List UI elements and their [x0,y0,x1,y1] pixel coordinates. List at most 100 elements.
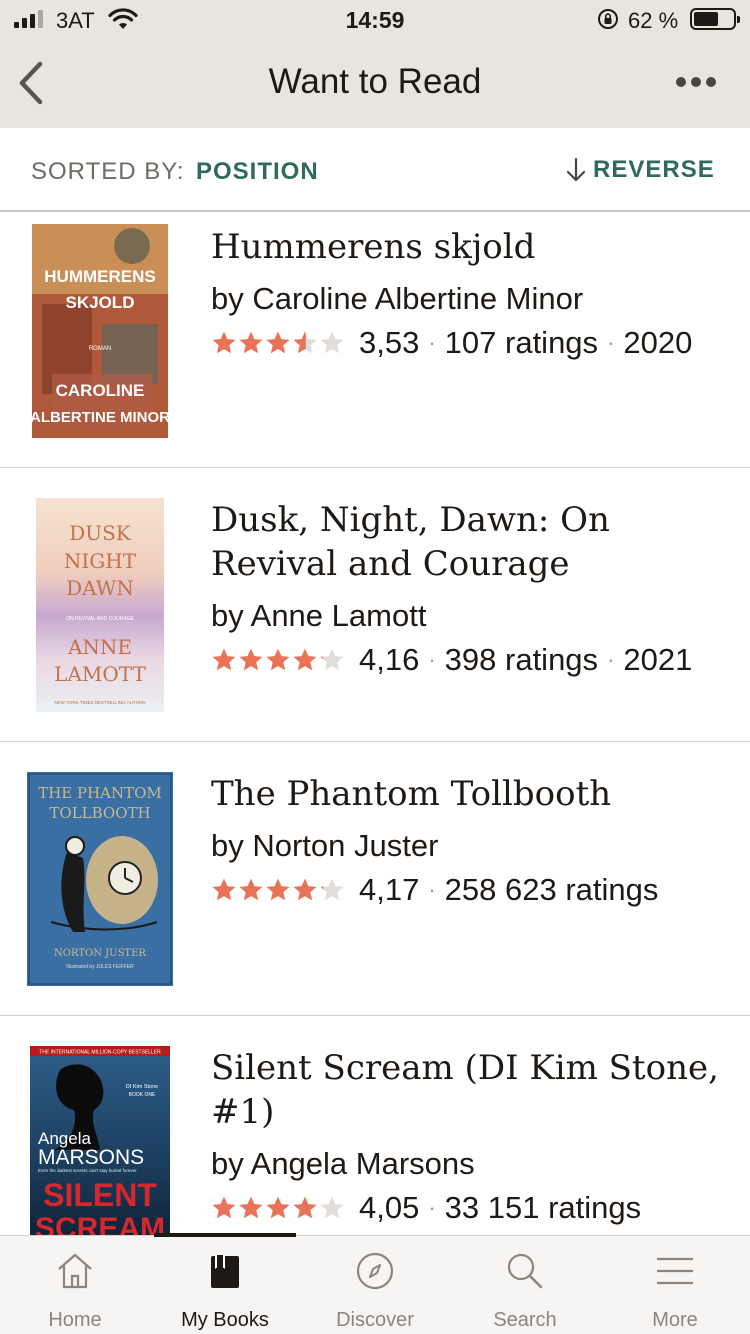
book-author[interactable]: by Anne Lamott [211,598,426,634]
svg-text:HUMMERENS: HUMMERENS [44,267,155,286]
book-rating-row: 4,16 · 398 ratings · 2021 [211,642,692,678]
star-icon [266,878,290,901]
star-icon [266,648,290,671]
tab-label: More [652,1309,698,1331]
average-rating: 4,16 [359,642,420,677]
star-icon [293,878,317,901]
book-title[interactable]: Hummerens skjold [211,225,731,269]
ratings-count: 107 ratings [444,325,599,360]
star-icon [239,878,263,901]
svg-text:SCREAM: SCREAM [35,1212,165,1235]
svg-text:ON REVIVAL AND COURAGE: ON REVIVAL AND COURAGE [66,616,134,622]
svg-text:MARSONS: MARSONS [38,1146,144,1169]
tab-label: Discover [336,1309,414,1331]
book-item[interactable]: HUMMERENS SKJOLD ROMAN CAROLINE ALBERTIN… [0,213,750,468]
book-rating-row: 4,17 · 258 623 ratings [211,872,658,908]
svg-text:ROMAN: ROMAN [89,346,111,352]
rating-stars [211,330,345,356]
tab-search[interactable]: Search [450,1236,600,1334]
star-icon [320,1196,344,1219]
svg-text:NORTON JUSTER: NORTON JUSTER [54,948,146,959]
svg-text:LAMOTT: LAMOTT [54,662,146,686]
tab-my-books[interactable]: My Books [150,1236,300,1334]
sort-label: SORTED BY: [31,158,185,185]
rating-stars [211,877,345,903]
average-rating: 4,05 [359,1190,420,1225]
arrow-down-icon [566,157,586,182]
book-author[interactable]: by Norton Juster [211,828,438,864]
book-author[interactable]: by Angela Marsons [211,1146,475,1182]
book-cover[interactable]: HUMMERENS SKJOLD ROMAN CAROLINE ALBERTIN… [32,224,168,438]
star-icon [266,1196,290,1219]
star-icon [239,331,263,354]
svg-text:NEW YORK TIMES BESTSELLING AUT: NEW YORK TIMES BESTSELLING AUTHOR [54,700,146,705]
svg-text:ALBERTINE MINOR: ALBERTINE MINOR [32,409,168,426]
svg-text:CAROLINE: CAROLINE [56,381,145,400]
svg-text:DAWN: DAWN [66,576,134,600]
battery-icon [690,8,740,30]
svg-text:BOOK ONE: BOOK ONE [129,1092,156,1098]
tab-home[interactable]: Home [0,1236,150,1334]
top-header: 3AT 14:59 62 % Want to Read [0,0,750,128]
reverse-label: REVERSE [593,156,715,183]
status-bar: 3AT 14:59 62 % [0,0,750,42]
search-icon [507,1253,543,1289]
menu-icon [657,1257,693,1285]
star-icon [212,1196,236,1219]
publication-year: 2021 [623,642,693,677]
rotation-lock-icon [598,9,618,29]
star-icon [320,648,344,671]
book-cover[interactable]: THE INTERNATIONAL MILLION-COPY BESTSELLE… [30,1046,170,1235]
home-icon [58,1253,92,1289]
svg-text:SILENT: SILENT [43,1177,157,1213]
svg-text:THE INTERNATIONAL MILLION-COPY: THE INTERNATIONAL MILLION-COPY BESTSELLE… [39,1050,161,1056]
ratings-count: 398 ratings [444,642,599,677]
book-item[interactable]: THE INTERNATIONAL MILLION-COPY BESTSELLE… [0,1016,750,1235]
tab-more[interactable]: More [600,1236,750,1334]
book-title[interactable]: Dusk, Night, Dawn: On Revival and Courag… [211,498,731,586]
book-cover[interactable]: DUSK NIGHT DAWN ON REVIVAL AND COURAGE A… [36,498,164,712]
reverse-button[interactable]: REVERSE [565,156,715,184]
svg-text:NIGHT: NIGHT [64,549,137,573]
svg-text:DI Kim Stone: DI Kim Stone [126,1084,158,1090]
book-cover[interactable]: THE PHANTOM TOLLBOOTH NORTON JUSTER Illu… [27,772,173,986]
page-title: Want to Read [268,62,482,101]
tab-discover[interactable]: Discover [300,1236,450,1334]
svg-text:TOLLBOOTH: TOLLBOOTH [49,804,150,822]
average-rating: 3,53 [359,325,420,360]
battery-percent: 62 % [628,8,679,33]
star-icon [293,331,317,354]
svg-text:SKJOLD: SKJOLD [66,293,135,312]
star-icon [320,878,344,901]
sort-position-button[interactable]: POSITION [196,158,319,186]
star-icon [212,648,236,671]
tab-label: My Books [181,1309,269,1331]
publication-year: 2020 [623,325,693,360]
rating-stars [211,1195,345,1221]
star-icon [266,331,290,354]
svg-text:DUSK: DUSK [69,521,132,545]
svg-text:Even the darkest secrets can't: Even the darkest secrets can't stay buri… [38,1168,138,1173]
book-title[interactable]: The Phantom Tollbooth [211,772,731,816]
star-icon [239,648,263,671]
book-rating-row: 4,05 · 33 151 ratings [211,1190,641,1226]
book-item[interactable]: THE PHANTOM TOLLBOOTH NORTON JUSTER Illu… [0,742,750,1016]
svg-text:ANNE: ANNE [67,635,132,659]
star-icon [293,648,317,671]
star-icon [320,331,344,354]
tab-label: Home [48,1309,102,1331]
book-list[interactable]: HUMMERENS SKJOLD ROMAN CAROLINE ALBERTIN… [0,213,750,1235]
book-title[interactable]: Silent Scream (DI Kim Stone, #1) [211,1046,731,1134]
star-icon [212,878,236,901]
ratings-count: 33 151 ratings [444,1190,642,1225]
more-options-button[interactable] [672,68,720,96]
svg-text:THE PHANTOM: THE PHANTOM [38,784,162,802]
book-icon [211,1253,239,1288]
star-icon [293,1196,317,1219]
star-icon [212,331,236,354]
book-item[interactable]: DUSK NIGHT DAWN ON REVIVAL AND COURAGE A… [0,468,750,742]
ratings-count: 258 623 ratings [444,872,659,907]
sort-bar: SORTED BY: POSITION REVERSE [0,128,750,212]
rating-stars [211,647,345,673]
book-author[interactable]: by Caroline Albertine Minor [211,281,583,317]
